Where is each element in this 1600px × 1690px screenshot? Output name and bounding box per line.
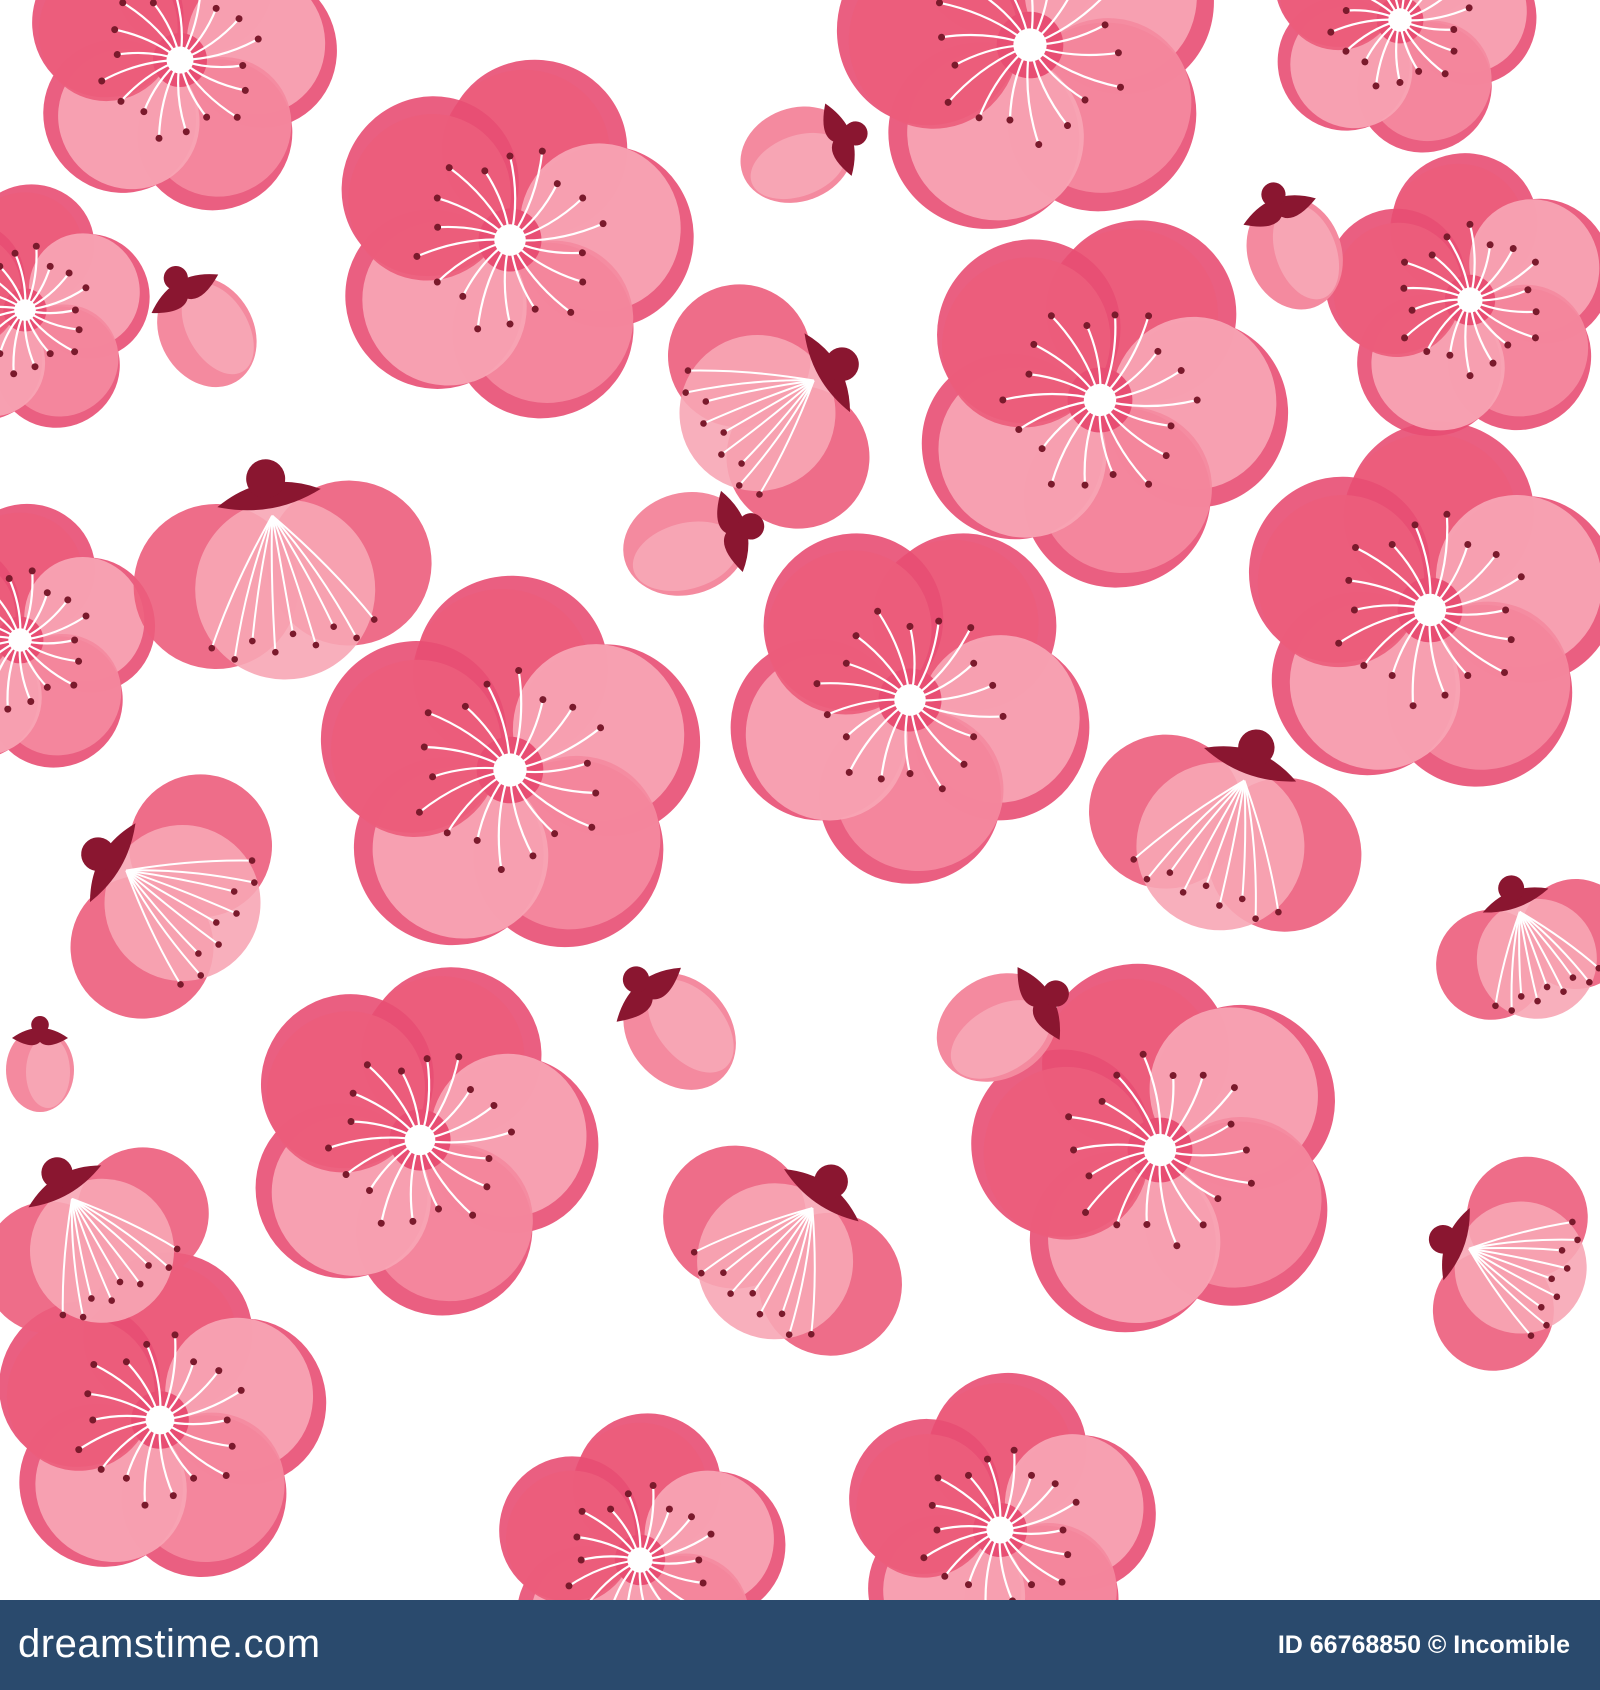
- stock-footer-bar: dreamstime.com ID 66768850 © Incomible: [0, 1600, 1600, 1690]
- blossom-flower: [1248, 421, 1600, 787]
- blossom-flower: [0, 503, 156, 768]
- blossom-side-view: [663, 1145, 902, 1356]
- blossom-flower: [1274, 0, 1537, 153]
- blossom-flower: [341, 59, 694, 419]
- blossom-bud: [151, 265, 257, 388]
- blossom-pattern: [0, 0, 1600, 1600]
- blossom-flower: [1325, 153, 1600, 437]
- blossom-flower: [971, 963, 1335, 1333]
- stock-brand-logo: dreamstime.com: [18, 1622, 321, 1666]
- blossom-bud: [740, 103, 868, 203]
- blossom-side-view: [1436, 875, 1600, 1020]
- blossom-side-view: [70, 774, 273, 1019]
- blossom-flower: [499, 1413, 786, 1600]
- blossom-flower: [849, 1372, 1156, 1600]
- blossom-bud: [6, 1016, 74, 1112]
- blossom-flower: [0, 184, 150, 428]
- image-id-credit: ID 66768850 © Incomible: [1277, 1631, 1570, 1659]
- blossom-bud: [616, 966, 736, 1090]
- blossom-side-view: [1428, 1156, 1588, 1371]
